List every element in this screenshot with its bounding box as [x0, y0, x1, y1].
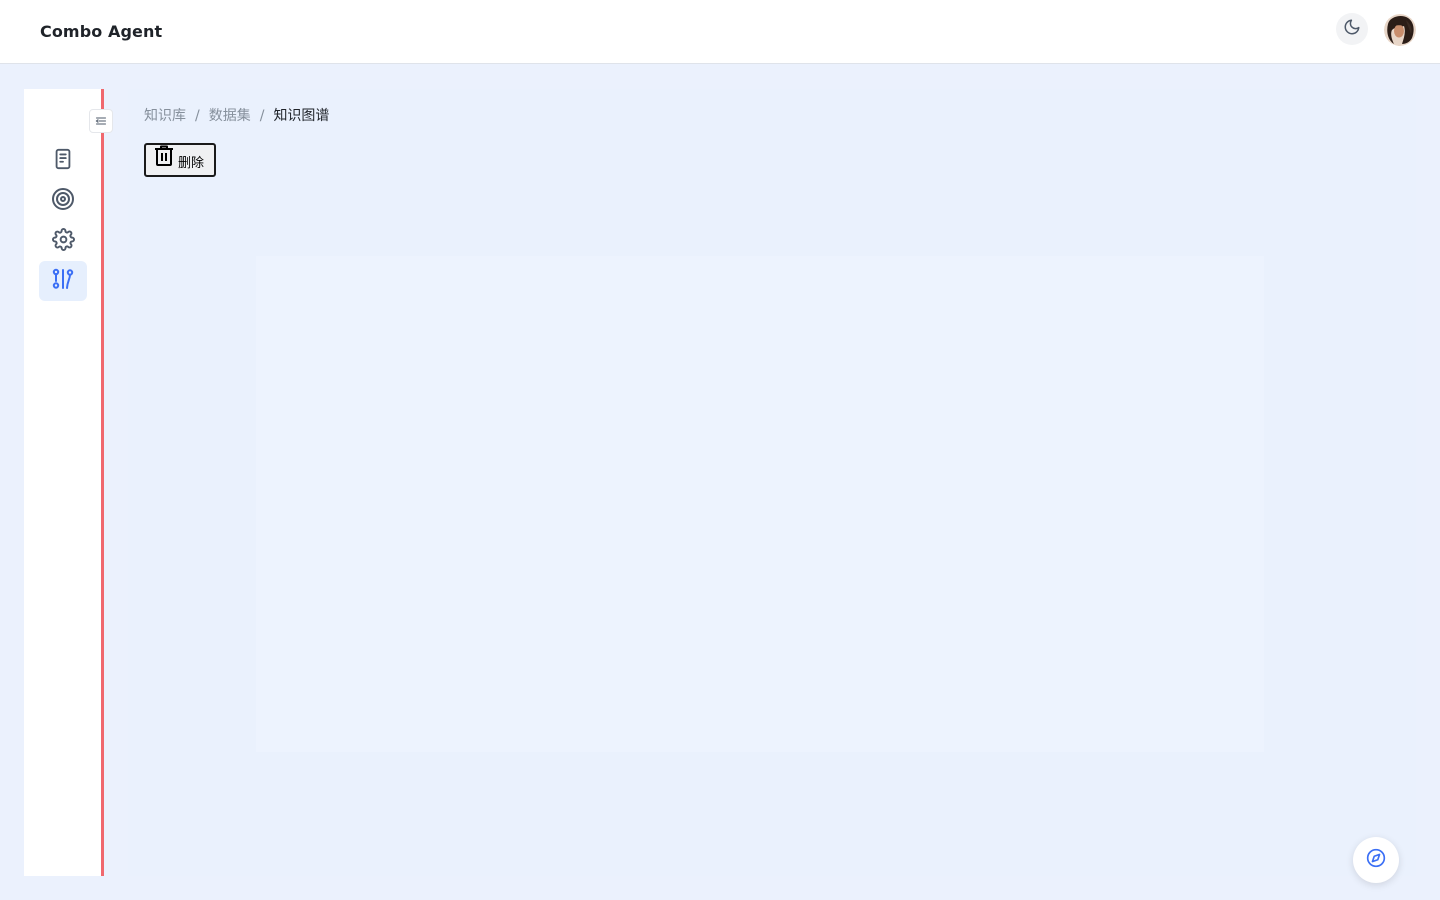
document-icon [52, 148, 74, 174]
sidebar-collapse-button[interactable] [89, 109, 113, 133]
sidebar-item-target[interactable] [39, 181, 87, 221]
target-icon [51, 187, 75, 215]
theme-toggle-button[interactable] [1336, 13, 1368, 45]
breadcrumb: 知识库 / 数据集 / 知识图谱 [144, 106, 329, 126]
breadcrumb-separator: / [259, 108, 265, 124]
delete-button-label: 删除 [178, 156, 205, 171]
top-navbar: Combo Agent [0, 0, 1440, 64]
sidebar-item-documents[interactable] [39, 141, 87, 181]
floating-compass-button[interactable] [1353, 837, 1399, 883]
breadcrumb-dataset[interactable]: 数据集 [209, 106, 251, 126]
compass-icon [1366, 848, 1386, 872]
gear-icon [51, 227, 75, 255]
knowledge-graph-icon [51, 267, 75, 295]
sidebar-edge-divider [101, 89, 104, 876]
breadcrumb-knowledge-base[interactable]: 知识库 [144, 106, 186, 126]
moon-icon [1343, 18, 1361, 40]
trash-icon [154, 145, 174, 172]
collapse-menu-icon [95, 112, 107, 131]
delete-button[interactable]: 删除 [144, 143, 216, 177]
knowledge-graph-canvas[interactable] [256, 256, 1264, 752]
breadcrumb-separator: / [195, 108, 200, 124]
app-title: Combo Agent [40, 22, 163, 41]
breadcrumb-knowledge-graph: 知识图谱 [273, 108, 330, 124]
user-avatar[interactable] [1384, 14, 1416, 46]
sidebar-item-settings[interactable] [39, 221, 87, 261]
sidebar-item-knowledge-graph[interactable] [39, 261, 87, 301]
